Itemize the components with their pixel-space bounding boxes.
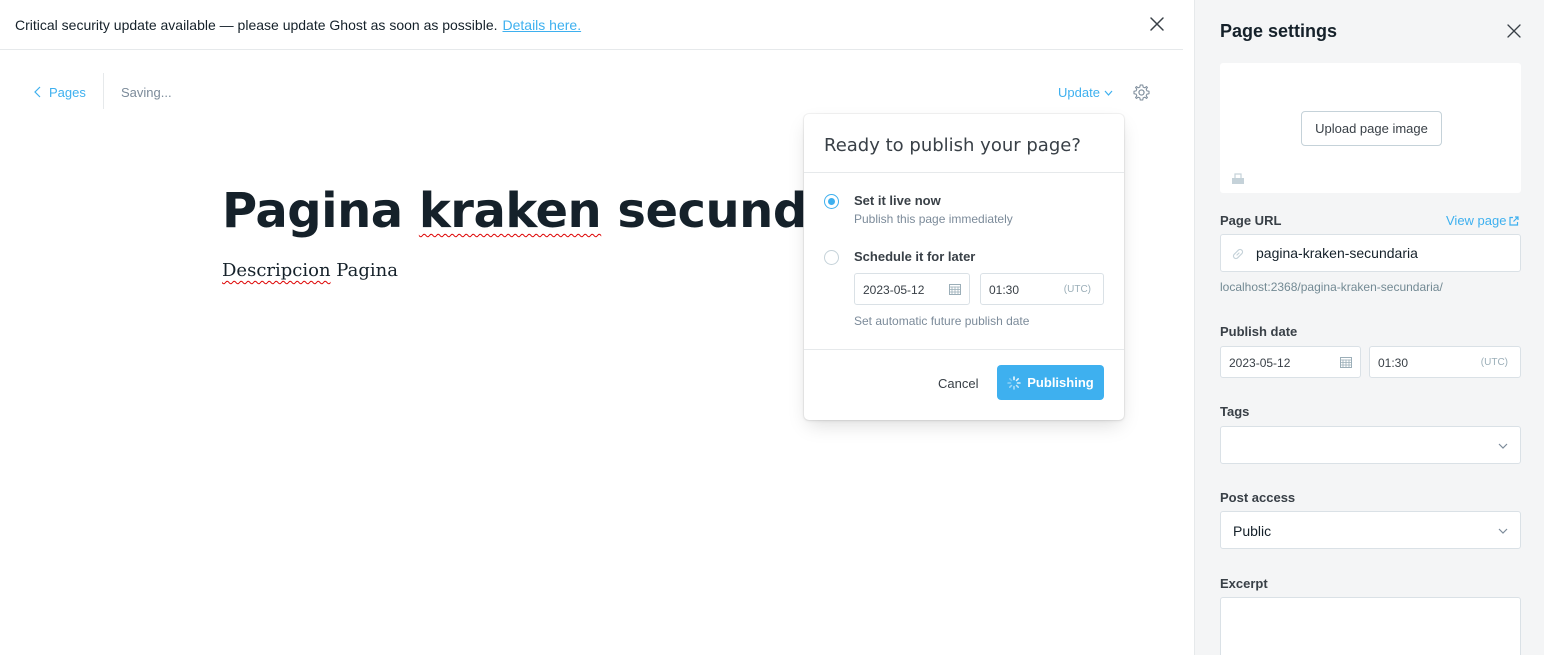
upload-image-button[interactable]: Upload page image bbox=[1301, 111, 1442, 146]
cancel-button[interactable]: Cancel bbox=[938, 376, 978, 391]
publish-time-input[interactable]: 01:30 (UTC) bbox=[1369, 346, 1521, 378]
schedule-date-input[interactable]: 2023-05-12 bbox=[854, 273, 970, 305]
external-link-icon bbox=[1509, 215, 1520, 226]
back-label: Pages bbox=[49, 84, 86, 100]
publish-date-input[interactable]: 2023-05-12 bbox=[1220, 346, 1361, 378]
back-to-pages-link[interactable]: Pages bbox=[34, 82, 86, 102]
body-text-2: Pagina bbox=[330, 260, 398, 281]
publish-time-value: 01:30 bbox=[1378, 356, 1409, 370]
publish-date-label: Publish date bbox=[1220, 324, 1298, 339]
option-publish-now[interactable]: Set it live now Publish this page immedi… bbox=[824, 192, 1013, 226]
alert-details-link[interactable]: Details here. bbox=[503, 17, 582, 33]
chevron-down-icon bbox=[1104, 90, 1113, 96]
excerpt-label: Excerpt bbox=[1220, 576, 1268, 591]
link-icon bbox=[1232, 248, 1244, 260]
popover-footer: Cancel Publishing bbox=[804, 349, 1124, 420]
publish-label: Publishing bbox=[1027, 375, 1094, 390]
title-text-2: kraken bbox=[418, 183, 602, 239]
publish-button[interactable]: Publishing bbox=[997, 365, 1104, 400]
title-text-1: Pagina bbox=[222, 183, 419, 239]
image-icon[interactable] bbox=[1231, 171, 1245, 185]
chevron-down-icon bbox=[1498, 443, 1508, 449]
radio-publish-now[interactable] bbox=[824, 194, 839, 209]
chevron-down-icon bbox=[1498, 528, 1508, 534]
chevron-left-icon bbox=[34, 86, 41, 98]
schedule-time-value: 01:30 bbox=[989, 283, 1020, 297]
close-icon[interactable] bbox=[1507, 24, 1521, 38]
schedule-hint: Set automatic future publish date bbox=[854, 314, 1030, 328]
option-schedule-label: Schedule it for later bbox=[854, 249, 976, 264]
popover-title: Ready to publish your page? bbox=[804, 114, 1124, 173]
page-url-input[interactable]: pagina-kraken-secundaria bbox=[1220, 234, 1521, 272]
post-access-label: Post access bbox=[1220, 490, 1296, 505]
excerpt-textarea[interactable] bbox=[1220, 597, 1521, 655]
page-body[interactable]: Descripcion Pagina bbox=[222, 260, 398, 281]
panel-title: Page settings bbox=[1220, 21, 1338, 41]
radio-schedule[interactable] bbox=[824, 250, 839, 265]
page-url-value: pagina-kraken-secundaria bbox=[1256, 245, 1418, 261]
schedule-time-input[interactable]: 01:30 (UTC) bbox=[980, 273, 1104, 305]
post-access-value: Public bbox=[1233, 523, 1272, 539]
alert-message: Critical security update available — ple… bbox=[15, 16, 498, 33]
url-preview: localhost:2368/pagina-kraken-secundaria/ bbox=[1220, 280, 1443, 294]
option-schedule[interactable]: Schedule it for later bbox=[824, 248, 975, 266]
timezone-label: (UTC) bbox=[1480, 357, 1508, 368]
close-icon[interactable] bbox=[1148, 15, 1166, 33]
tags-label: Tags bbox=[1220, 404, 1250, 419]
schedule-date-value: 2023-05-12 bbox=[863, 283, 925, 297]
calendar-icon bbox=[1340, 357, 1352, 368]
gear-icon[interactable] bbox=[1132, 83, 1151, 102]
view-page-label: View page bbox=[1446, 213, 1507, 228]
url-label: Page URL bbox=[1220, 213, 1282, 228]
option-now-desc: Publish this page immediately bbox=[854, 212, 1013, 226]
publish-popover: Ready to publish your page? Set it live … bbox=[804, 114, 1124, 420]
security-alert-bar: Critical security update available — ple… bbox=[0, 0, 1183, 50]
update-label: Update bbox=[1058, 85, 1100, 100]
header-divider bbox=[103, 73, 104, 109]
post-access-select[interactable]: Public bbox=[1220, 511, 1521, 549]
publish-date-value: 2023-05-12 bbox=[1229, 356, 1291, 370]
body-text-1: Descripcion bbox=[222, 260, 331, 281]
calendar-icon bbox=[949, 284, 961, 295]
option-now-label: Set it live now bbox=[854, 193, 941, 208]
timezone-label: (UTC) bbox=[1063, 284, 1091, 295]
settings-panel: Page settings Upload page image Page URL… bbox=[1194, 0, 1544, 655]
tags-select[interactable] bbox=[1220, 426, 1521, 464]
spinner-icon bbox=[1007, 375, 1022, 390]
update-dropdown-button[interactable]: Update bbox=[1058, 85, 1113, 100]
feature-image-area: Upload page image bbox=[1220, 63, 1521, 193]
view-page-link[interactable]: View page bbox=[1446, 213, 1520, 228]
save-status: Saving... bbox=[121, 85, 172, 100]
